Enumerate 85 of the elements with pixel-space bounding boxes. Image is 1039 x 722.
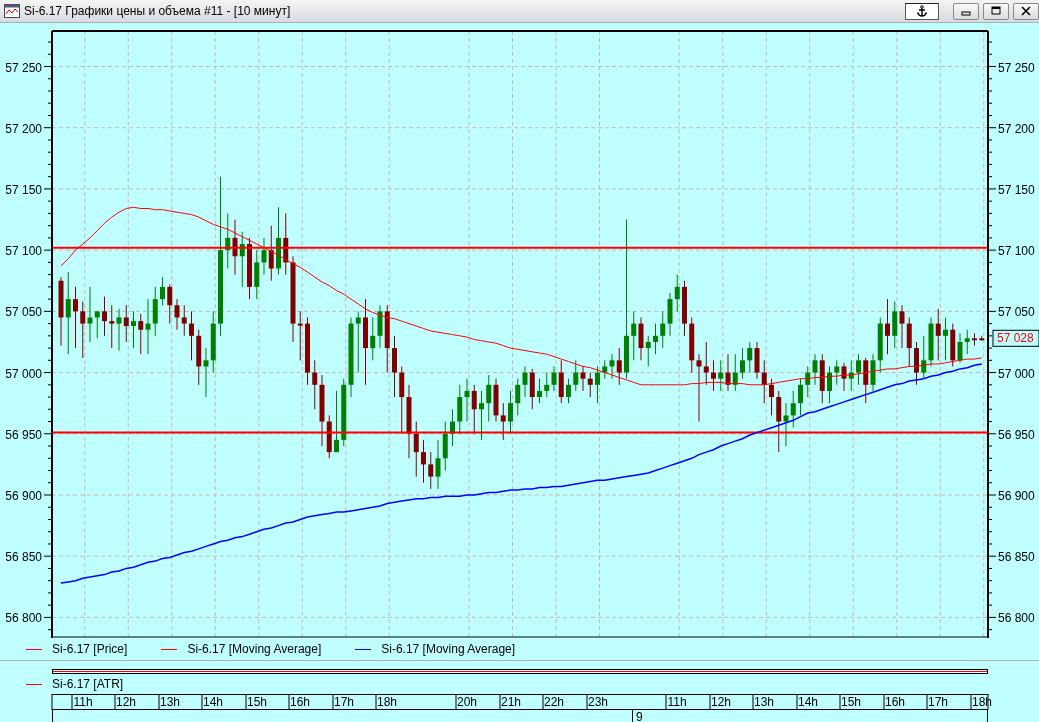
axis-label: 57 200 — [5, 121, 42, 136]
axis-label: 57 200 — [998, 121, 1035, 136]
axis-label: 57 250 — [5, 60, 42, 75]
candlestick — [479, 390, 484, 441]
legend-label: Si-6.17 [Moving Average] — [187, 642, 322, 656]
candlestick — [102, 296, 107, 337]
axis-label: 56 950 — [5, 427, 42, 442]
time-label: 11h — [73, 695, 93, 709]
candlestick — [131, 310, 136, 349]
time-label: 11h — [667, 695, 687, 709]
close-icon — [1021, 6, 1031, 16]
anchor-button[interactable] — [905, 2, 939, 20]
candlestick — [769, 378, 774, 416]
axis-label: 56 850 — [998, 550, 1035, 565]
time-label: 13h — [160, 695, 180, 709]
time-label: 16h — [290, 695, 310, 709]
axis-label: 57 150 — [998, 182, 1035, 197]
candlestick — [740, 347, 745, 380]
candlestick — [914, 341, 919, 386]
restore-button[interactable] — [983, 2, 1009, 20]
time-label: 17h — [928, 695, 948, 709]
candlestick — [885, 298, 890, 355]
price-tag: 57 028 — [992, 329, 1039, 347]
candlestick — [334, 390, 339, 453]
time-label: 20h — [457, 695, 477, 709]
candlestick — [943, 316, 948, 361]
window-title: Si-6.17 Графики цены и объема #11 - [10 минут] — [24, 4, 291, 18]
candlestick — [508, 390, 513, 435]
time-label: 12h — [711, 695, 731, 709]
axis-label: 57 000 — [5, 366, 42, 381]
axis-label: 57 050 — [5, 305, 42, 320]
axis-label: 56 800 — [998, 611, 1035, 626]
candlestick — [979, 335, 985, 342]
candlestick — [798, 378, 803, 416]
candlestick — [247, 237, 252, 300]
candlestick — [595, 365, 600, 404]
candlestick — [450, 408, 455, 447]
candlestick — [972, 332, 977, 347]
legend-label: Si-6.17 [Moving Average] — [381, 642, 516, 656]
time-label: 17h — [334, 695, 354, 709]
axis-label: 57 100 — [998, 244, 1035, 259]
restore-icon — [991, 6, 1001, 16]
date-label: 9 — [632, 710, 643, 722]
axis-label: 57 050 — [998, 305, 1035, 320]
anchor-icon — [916, 5, 928, 17]
axis-label: 56 950 — [998, 427, 1035, 442]
time-label: 14h — [203, 695, 223, 709]
candlestick — [537, 378, 542, 404]
time-label: 18h — [377, 695, 397, 709]
candlestick — [305, 316, 310, 386]
time-label: 21h — [501, 695, 521, 709]
axis-label: 56 900 — [5, 489, 42, 503]
candlestick — [653, 323, 658, 355]
time-label: 22h — [544, 695, 564, 709]
axis-label: 57 150 — [5, 182, 42, 197]
candlestick — [711, 359, 716, 392]
time-label: 16h — [885, 695, 905, 709]
time-label: 23h — [588, 695, 608, 709]
axis-label: 56 850 — [5, 550, 42, 565]
axis-label: 56 800 — [5, 611, 42, 626]
time-label: 18h — [972, 695, 992, 709]
candlestick — [276, 206, 281, 276]
time-label: 15h — [841, 695, 861, 709]
candlestick — [189, 310, 194, 361]
candlestick — [392, 335, 397, 398]
candlestick — [827, 365, 832, 404]
axis-label: 57 000 — [998, 366, 1035, 381]
axis-label: 57 250 — [998, 60, 1035, 75]
close-button[interactable] — [1013, 2, 1039, 20]
time-label: 12h — [116, 695, 136, 709]
legend-label: Si-6.17 [Price] — [52, 642, 128, 656]
chart-window-icon — [4, 4, 20, 18]
time-label: 15h — [247, 695, 267, 709]
candlestick — [421, 439, 426, 484]
minimize-button[interactable] — [953, 2, 979, 20]
candlestick — [682, 280, 687, 337]
candlestick — [856, 353, 861, 386]
legend-label: Si-6.17 [ATR] — [52, 677, 124, 691]
time-label: 14h — [798, 695, 818, 709]
axis-label: 57 100 — [5, 244, 42, 259]
candlestick — [160, 276, 165, 306]
axis-label: 56 900 — [998, 489, 1035, 503]
time-label: 13h — [754, 695, 774, 709]
candlestick — [566, 378, 571, 404]
candlestick — [73, 286, 78, 349]
